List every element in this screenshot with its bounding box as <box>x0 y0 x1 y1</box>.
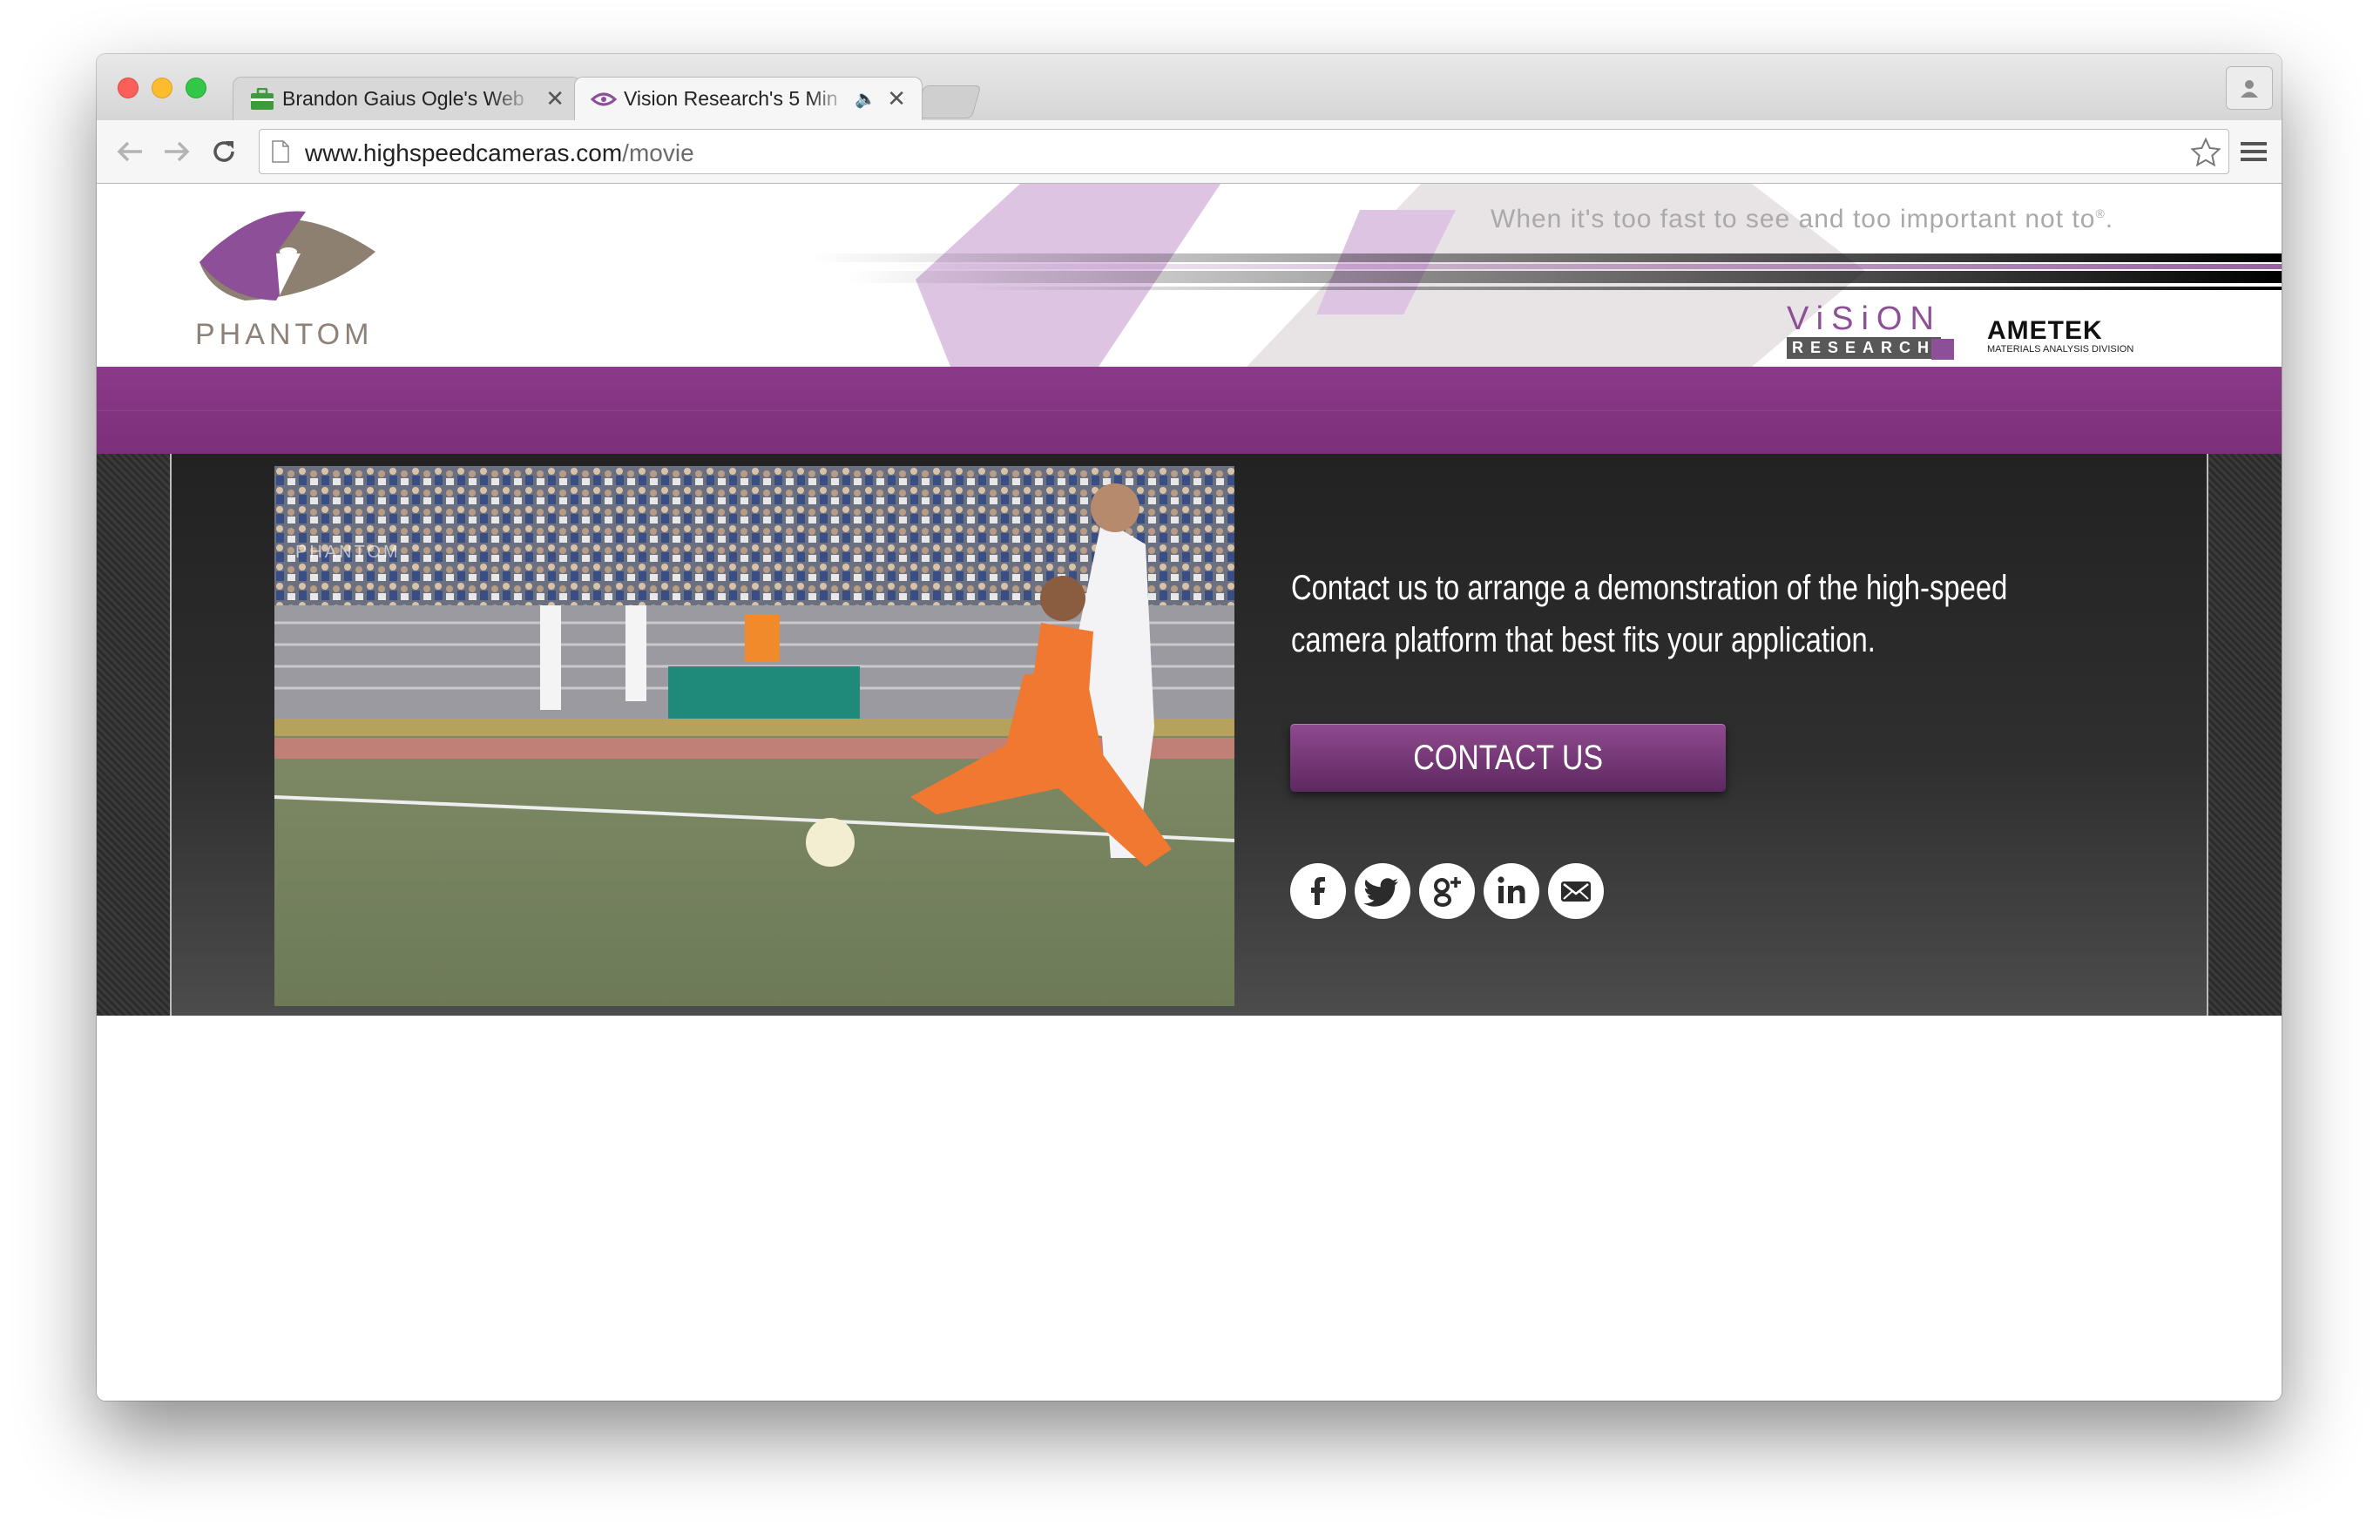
hero-message: Contact us to arrange a demonstration of… <box>1291 569 2008 659</box>
google-plus-icon[interactable] <box>1419 863 1475 919</box>
tab-title: Vision Research's 5 Min <box>624 87 838 110</box>
new-tab-button[interactable] <box>914 85 982 118</box>
phantom-logo-text: PHANTOM <box>195 318 374 351</box>
tab-close-icon[interactable]: ✕ <box>887 85 906 112</box>
tab-strip: Brandon Gaius Ogle's Web ✕ Vision Resear… <box>97 54 2282 120</box>
back-arrow-icon[interactable] <box>111 132 149 171</box>
briefcase-icon <box>249 86 275 112</box>
tab-close-icon[interactable]: ✕ <box>545 85 565 112</box>
social-links <box>1290 863 1613 919</box>
tagline: When it's too fast to see and too import… <box>1491 205 2114 233</box>
research-logo-word: RESEARCH <box>1787 337 1942 359</box>
ametek-division-text: MATERIALS ANALYSIS DIVISION <box>1987 344 2134 355</box>
site-header: PHANTOM When it's too fast to see and to… <box>97 184 2282 367</box>
ametek-logo: AMETEK MATERIALS ANALYSIS DIVISION <box>1987 316 2133 355</box>
browser-window: Brandon Gaius Ogle's Web ✕ Vision Resear… <box>97 54 2282 1401</box>
linkedin-icon[interactable] <box>1484 863 1539 919</box>
url-host: www.highspeedcameras.com <box>305 139 623 166</box>
url-text: www.highspeedcameras.com/movie <box>305 139 694 167</box>
web-page: PHANTOM When it's too fast to see and to… <box>97 184 2282 1401</box>
profile-button[interactable] <box>2226 66 2273 110</box>
purple-nav-bar <box>97 367 2282 454</box>
vision-logo-square <box>1931 339 1954 360</box>
ametek-logo-word: AMETEK <box>1987 316 2103 345</box>
soccer-photo: PHANTOM <box>274 466 1234 1006</box>
hamburger-menu-icon[interactable] <box>2235 132 2273 171</box>
reload-icon[interactable] <box>205 132 243 171</box>
address-bar[interactable]: www.highspeedcameras.com/movie <box>259 129 2229 174</box>
bookmark-star-icon[interactable] <box>2188 135 2223 170</box>
vision-logo-word: ViSiON <box>1787 301 1942 337</box>
tab-title: Brandon Gaius Ogle's Web <box>282 87 524 110</box>
contact-us-label: CONTACT US <box>1413 739 1603 777</box>
speaker-icon[interactable]: 🔈 <box>855 88 876 110</box>
close-window-button[interactable] <box>118 78 139 98</box>
hero-section: PHANTOM Contact us to arrange a demonstr… <box>97 454 2282 1016</box>
twitter-icon[interactable] <box>1355 863 1410 919</box>
soccer-scene-image <box>274 466 1234 1006</box>
tab-brandon-website[interactable]: Brandon Gaius Ogle's Web ✕ <box>233 77 581 120</box>
photo-watermark: PHANTOM <box>295 543 401 562</box>
url-path: /movie <box>622 139 694 166</box>
facebook-icon[interactable] <box>1290 863 1346 919</box>
browser-toolbar: www.highspeedcameras.com/movie <box>97 120 2282 184</box>
phantom-eye-logo-icon <box>199 211 375 301</box>
page-icon <box>272 140 289 163</box>
registered-mark: ® <box>2095 206 2106 220</box>
hero-panel: PHANTOM Contact us to arrange a demonstr… <box>170 454 2208 1016</box>
email-icon[interactable] <box>1548 863 1604 919</box>
contact-us-button[interactable]: CONTACT US <box>1290 724 1726 792</box>
vision-research-logo: ViSiON RESEARCH <box>1787 301 1961 361</box>
tab-vision-research[interactable]: Vision Research's 5 Min 🔈 ✕ <box>574 77 923 120</box>
person-icon <box>2241 80 2258 98</box>
phantom-eye-icon <box>591 86 617 112</box>
tagline-text: When it's too fast to see and too import… <box>1491 205 2096 233</box>
forward-arrow-icon[interactable] <box>158 132 196 171</box>
zoom-window-button[interactable] <box>186 78 206 98</box>
minimize-window-button[interactable] <box>152 78 172 98</box>
